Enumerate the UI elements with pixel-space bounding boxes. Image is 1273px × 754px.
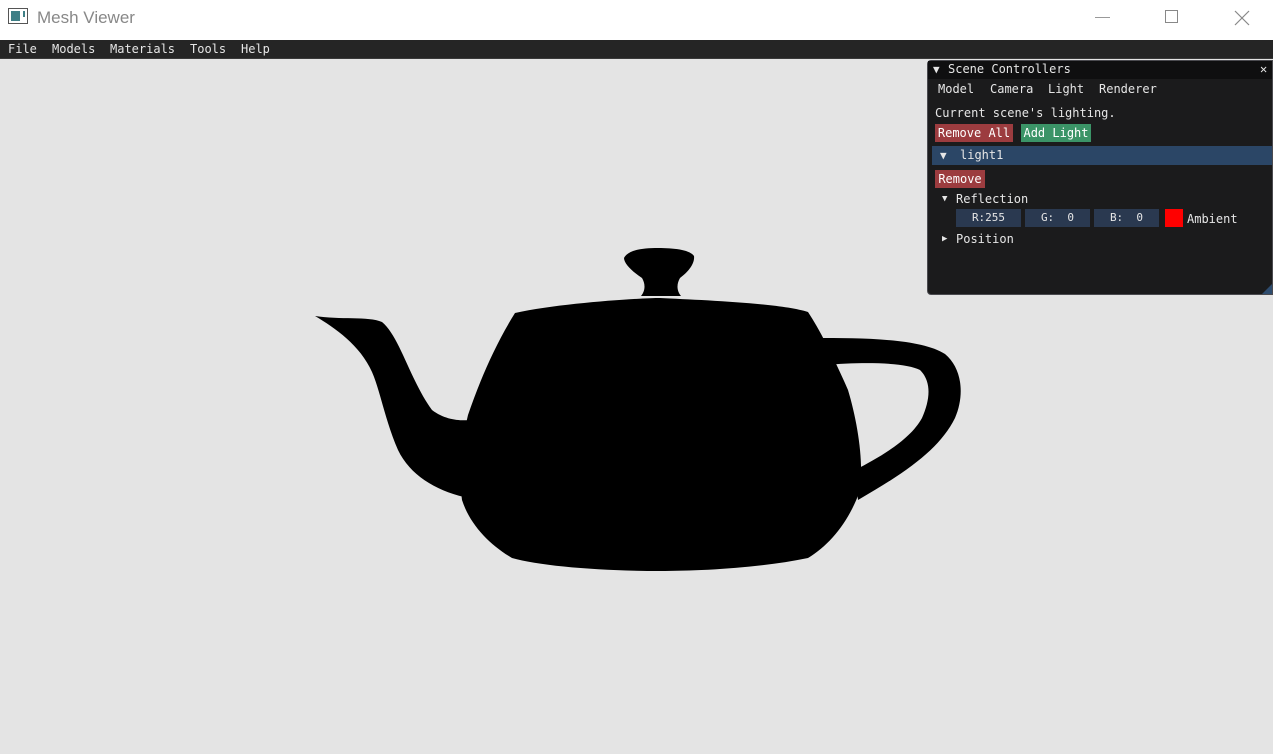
light-header[interactable]: ▼ light1 [932, 146, 1272, 165]
lighting-description: Current scene's lighting. [935, 106, 1116, 120]
maximize-icon[interactable] [1148, 0, 1194, 36]
tab-camera[interactable]: Camera [990, 82, 1033, 97]
light-collapse-icon[interactable]: ▼ [940, 149, 947, 162]
menu-materials[interactable]: Materials [110, 42, 175, 57]
remove-all-button[interactable]: Remove All [935, 124, 1013, 142]
app-window-icon [8, 8, 28, 24]
ambient-label: Ambient [1187, 212, 1238, 226]
scene-controllers-panel[interactable]: ▼ Scene Controllers ✕ Model Camera Light… [927, 60, 1273, 295]
menu-file[interactable]: File [8, 42, 37, 57]
ambient-color-swatch[interactable] [1165, 209, 1183, 227]
panel-titlebar[interactable]: ▼ Scene Controllers ✕ [928, 61, 1272, 79]
panel-close-icon[interactable]: ✕ [1260, 62, 1267, 77]
menu-help[interactable]: Help [241, 42, 270, 57]
reflection-collapse-icon[interactable]: ▼ [942, 194, 947, 204]
menu-models[interactable]: Models [52, 42, 95, 57]
position-label[interactable]: Position [956, 232, 1014, 247]
window-title: Mesh Viewer [37, 8, 135, 27]
red-channel-input[interactable]: R:255 [956, 209, 1021, 227]
remove-light-button[interactable]: Remove [935, 170, 985, 188]
minimize-icon[interactable] [1080, 0, 1126, 36]
menu-tools[interactable]: Tools [190, 42, 226, 57]
position-expand-icon[interactable]: ▶ [942, 234, 947, 244]
add-light-button[interactable]: Add Light [1021, 124, 1091, 142]
light-name: light1 [960, 148, 1004, 162]
blue-channel-input[interactable]: B: 0 [1094, 209, 1159, 227]
panel-title: Scene Controllers [948, 62, 1071, 76]
green-channel-input[interactable]: G: 0 [1025, 209, 1090, 227]
reflection-label[interactable]: Reflection [956, 192, 1028, 207]
main-menubar: File Models Materials Tools Help [0, 40, 1273, 59]
collapse-arrow-icon[interactable]: ▼ [933, 63, 940, 76]
resize-grip-icon[interactable] [1262, 284, 1272, 294]
tab-light[interactable]: Light [1048, 82, 1084, 97]
tab-renderer[interactable]: Renderer [1099, 82, 1157, 97]
window-titlebar: Mesh Viewer [0, 0, 1273, 40]
close-icon[interactable] [1219, 0, 1265, 36]
tab-model[interactable]: Model [938, 82, 974, 97]
